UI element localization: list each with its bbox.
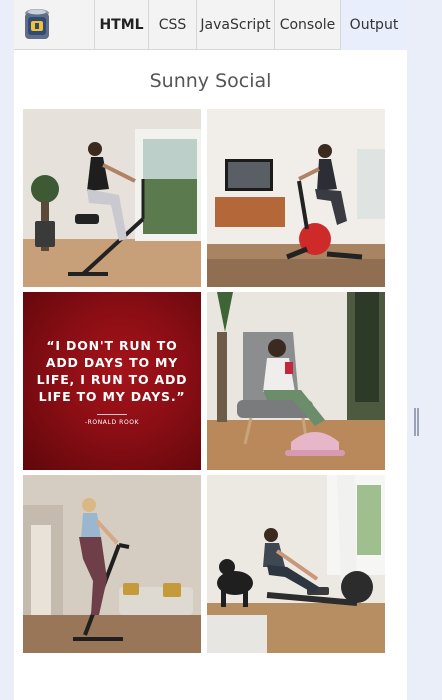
quote-author: -RONALD ROOK — [84, 418, 140, 426]
image-tile-exercise-bike[interactable] — [23, 109, 201, 287]
tab-css[interactable]: CSS — [148, 0, 196, 50]
quote-divider — [97, 413, 127, 415]
image-tile-spin-bike[interactable] — [207, 109, 385, 287]
stepper-photo — [23, 475, 201, 653]
image-tile-stepper[interactable] — [23, 475, 201, 653]
battery-jar-icon — [25, 9, 49, 39]
tab-bar: HTML CSS JavaScript Console Output — [14, 0, 407, 50]
tab-console[interactable]: Console — [274, 0, 340, 50]
app-logo — [14, 0, 94, 50]
pedal-exerciser-photo — [207, 292, 385, 470]
tab-javascript[interactable]: JavaScript — [196, 0, 274, 50]
page-title: Sunny Social — [149, 70, 272, 92]
rowing-machine-photo — [207, 475, 385, 653]
exercise-bike-photo — [23, 109, 201, 287]
image-grid: “I DON'T RUN TO ADD DAYS TO MY LIFE, I R… — [23, 109, 385, 653]
image-tile-pedal-exerciser[interactable] — [207, 292, 385, 470]
tab-html[interactable]: HTML — [94, 0, 148, 50]
tab-output[interactable]: Output — [340, 0, 407, 50]
image-tile-rowing-machine[interactable] — [207, 475, 385, 653]
panel-resize-handle[interactable] — [414, 408, 419, 436]
quote-text: “I DON'T RUN TO ADD DAYS TO MY LIFE, I R… — [36, 337, 188, 404]
image-tile-quote[interactable]: “I DON'T RUN TO ADD DAYS TO MY LIFE, I R… — [23, 292, 201, 470]
spin-bike-photo — [207, 109, 385, 287]
